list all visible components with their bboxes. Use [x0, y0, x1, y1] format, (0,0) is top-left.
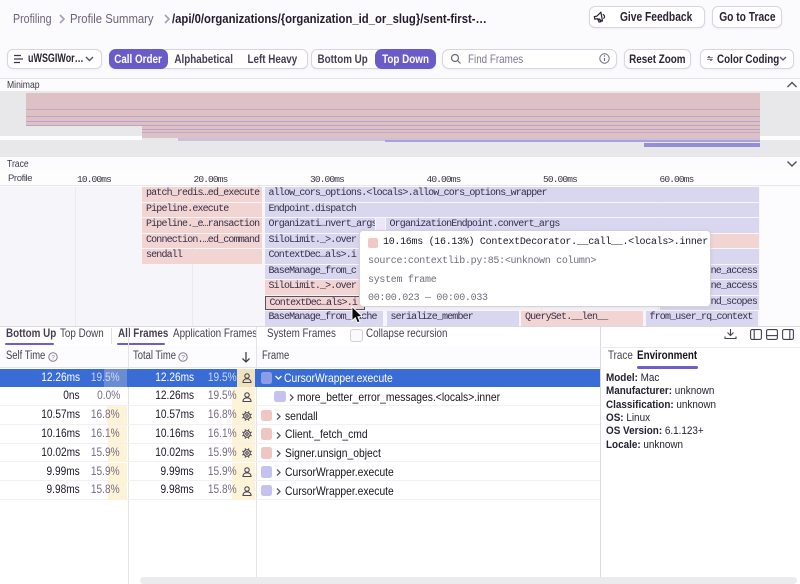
svg-text:?: ? [181, 354, 185, 361]
svg-text:?: ? [51, 354, 55, 361]
